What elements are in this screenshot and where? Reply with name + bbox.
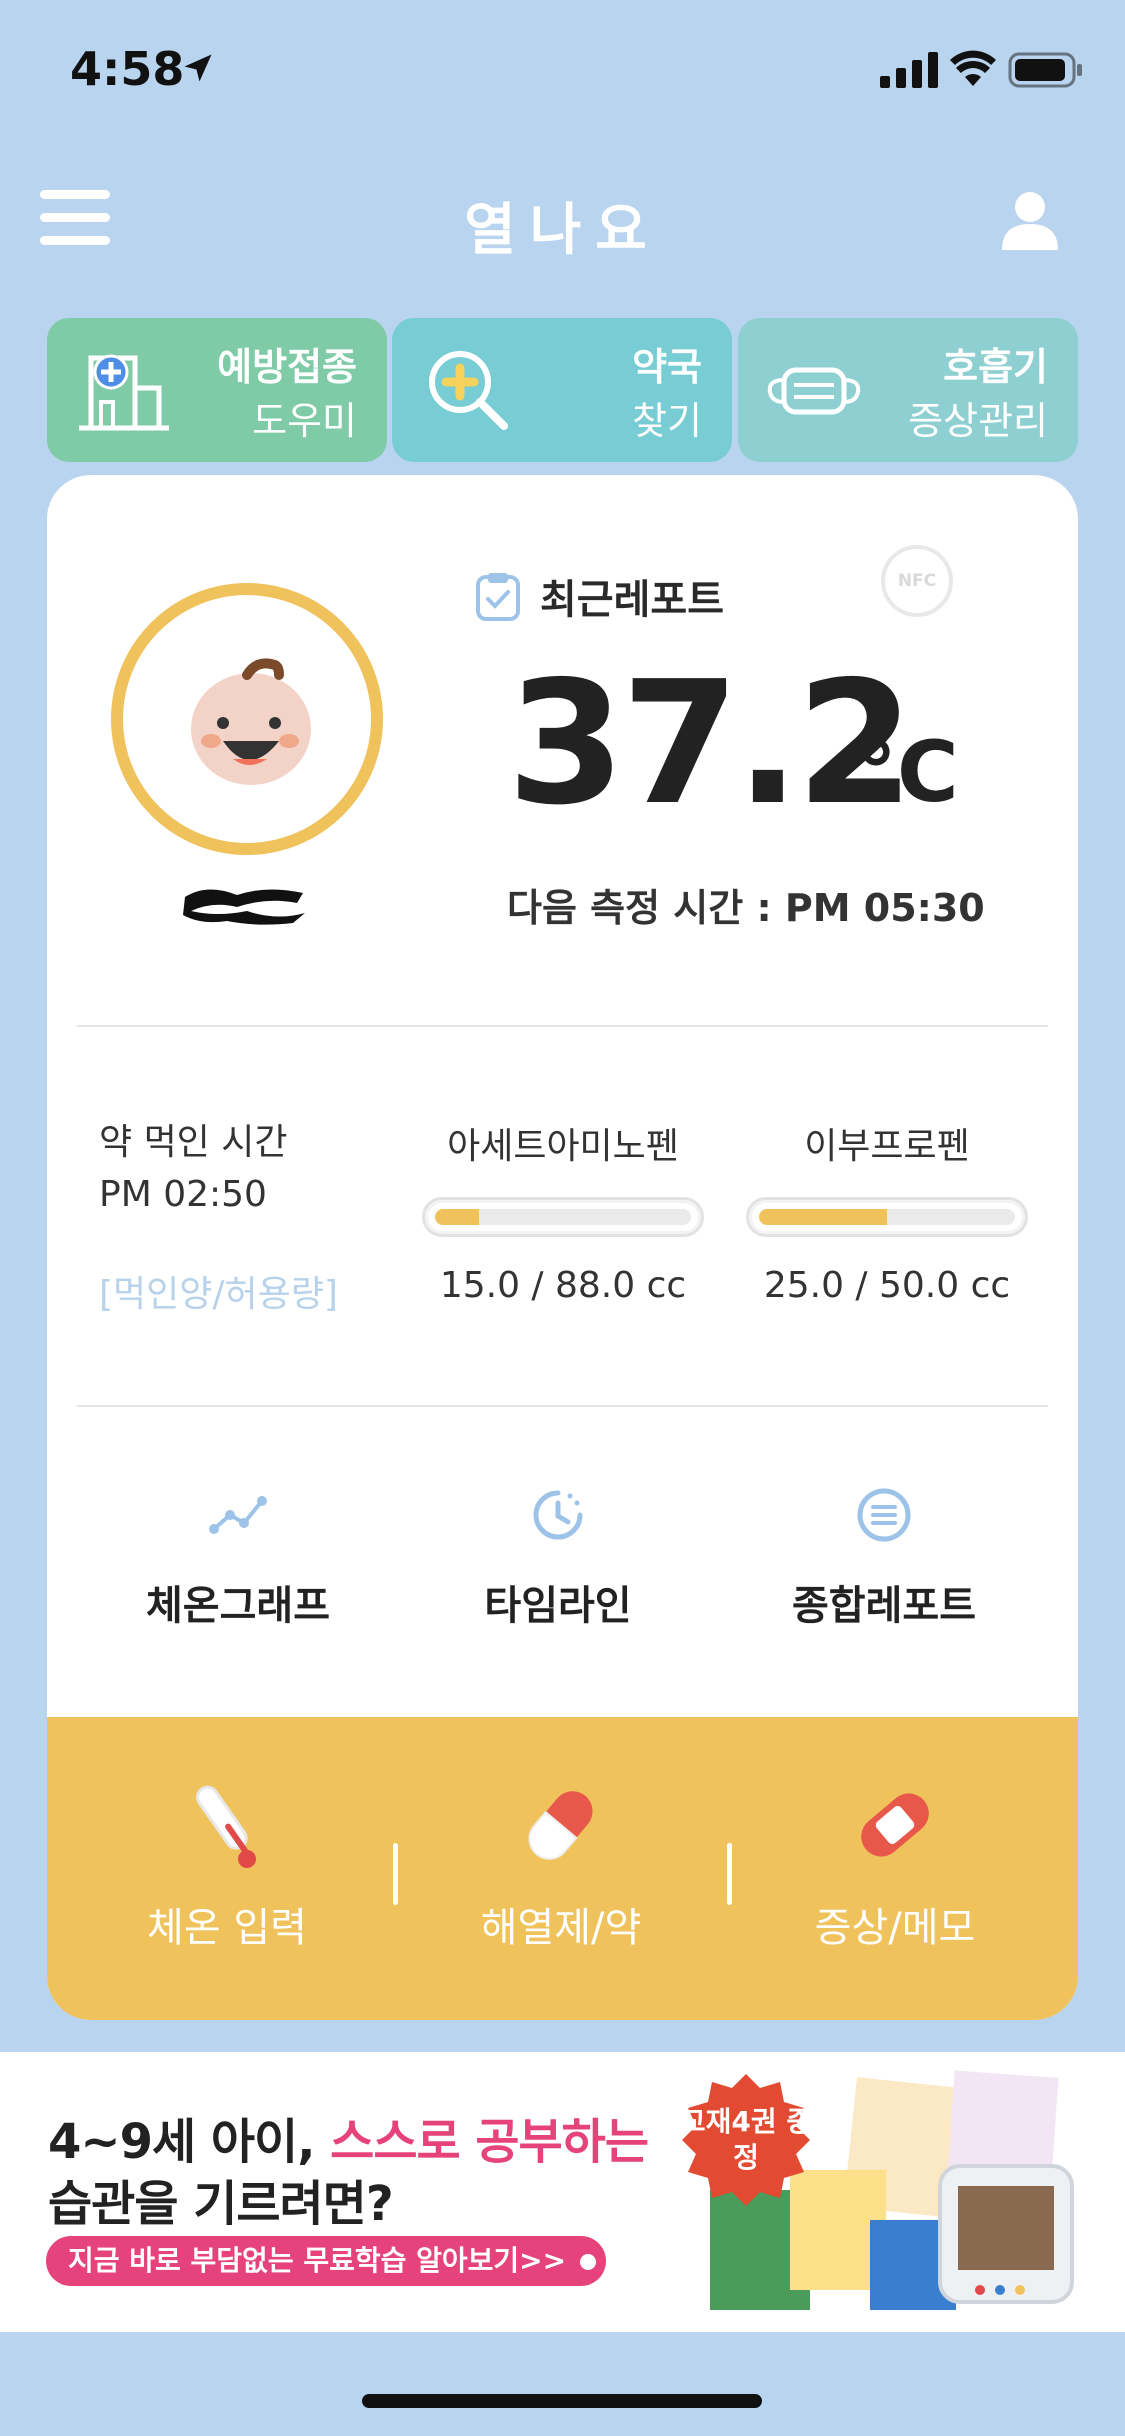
next-measure-time: 다음 측정 시간 : PM 05:30 [507, 886, 985, 930]
respiratory-symptom-tile[interactable]: 호흡기 증상관리 [738, 318, 1078, 462]
graph-icon [209, 1496, 267, 1534]
tile-title: 약국 [632, 345, 702, 389]
app-title: 열나요 [464, 198, 661, 263]
symptom-memo-button[interactable]: 증상/메모 [745, 1777, 1045, 1953]
acetaminophen-amount: 15.0 / 88.0 cc [439, 1265, 687, 1306]
action-label: 체온그래프 [146, 1583, 330, 1629]
redacted-child-name [183, 889, 305, 925]
medication-time-value: PM 02:50 [99, 1174, 267, 1215]
status-time: 4:58 [70, 42, 185, 96]
tile-title: 호흡기 [943, 345, 1048, 389]
temperature-value: 37.2 [507, 645, 914, 843]
nfc-badge[interactable]: NFC [881, 545, 953, 617]
clipboard-check-icon [476, 573, 520, 621]
ad-cta-button[interactable]: 지금 바로 부담없는 무료학습 알아보기>> [46, 2236, 607, 2286]
ad-cta-label: 지금 바로 부담없는 무료학습 알아보기>> [68, 2244, 567, 2277]
timeline-button[interactable]: 타임라인 [393, 1485, 723, 1631]
tile-subtitle: 찾기 [632, 399, 702, 443]
ad-headline-part: 4~9세 아이, [48, 2114, 331, 2170]
home-indicator [362, 2394, 762, 2408]
ibuprofen-amount: 25.0 / 50.0 cc [763, 1265, 1011, 1306]
bottom-action-label: 체온 입력 [147, 1905, 307, 1951]
ibuprofen-progress-bar [746, 1197, 1028, 1237]
ad-headline-line1: 4~9세 아이, 스스로 공부하는 [48, 2102, 649, 2172]
bandage-icon [861, 1793, 929, 1857]
status-bar: 4:58 [0, 0, 1125, 140]
temperature-unit: °C [855, 723, 959, 821]
tile-subtitle: 도우미 [252, 399, 357, 443]
divider [77, 1405, 1048, 1407]
temperature-input-button[interactable]: 체온 입력 [77, 1777, 377, 1953]
hospital-icon [79, 354, 169, 431]
bottom-action-label: 증상/메모 [814, 1905, 976, 1951]
action-label: 종합레포트 [792, 1583, 976, 1629]
acetaminophen-progress-bar [422, 1197, 704, 1237]
thermometer-icon [195, 1785, 256, 1868]
recent-report-label[interactable]: 최근레포트 [540, 567, 724, 625]
list-icon [857, 1488, 911, 1542]
vaccination-helper-tile[interactable]: 예방접종 도우미 [47, 318, 387, 462]
medication-time: 약 먹인 시간 PM 02:50 [99, 1117, 288, 1221]
clock-icon [533, 1490, 583, 1540]
acetaminophen-label: 아세트아미노펜 [447, 1126, 679, 1167]
acetaminophen-progress-fill [435, 1209, 479, 1225]
main-report-card: 최근레포트 NFC 37.2 °C 다음 측정 시간 : PM 05:30 약 … [47, 475, 1078, 2020]
medication-time-label: 약 먹인 시간 [99, 1122, 288, 1163]
antipyretic-medicine-button[interactable]: 해열제/약 [411, 1777, 711, 1953]
action-label: 타임라인 [484, 1583, 632, 1629]
tile-title: 예방접종 [217, 345, 357, 389]
ad-headline-highlight: 스스로 공부하는 [330, 2114, 649, 2170]
dose-ratio-label: [먹인양/허용량] [99, 1274, 338, 1315]
pharmacy-finder-tile[interactable]: 약국 찾기 [392, 318, 732, 462]
user-profile-icon[interactable] [1000, 190, 1060, 250]
cellular-signal-icon [880, 52, 938, 88]
pill-icon [528, 1791, 593, 1860]
pharmacy-search-icon [429, 351, 508, 430]
ad-headline-line2: 습관을 기르려면? [48, 2176, 394, 2232]
ibuprofen-label: 이부프로펜 [804, 1126, 970, 1167]
wifi-icon [950, 50, 996, 86]
child-avatar[interactable] [111, 583, 383, 855]
ad-badge-text: 교재4권 증정 [679, 2105, 813, 2174]
location-arrow-icon [184, 54, 212, 82]
separator [727, 1843, 732, 1905]
separator [393, 1843, 398, 1905]
divider [77, 1025, 1048, 1027]
baby-face-icon [191, 658, 311, 785]
ad-banner[interactable]: 4~9세 아이, 스스로 공부하는 습관을 기르려면? 지금 바로 부담없는 무… [0, 2052, 1125, 2332]
comprehensive-report-button[interactable]: 종합레포트 [719, 1485, 1049, 1631]
temperature-graph-button[interactable]: 체온그래프 [73, 1485, 403, 1631]
bottom-action-label: 해열제/약 [480, 1905, 642, 1951]
quick-input-panel: 체온 입력 해열제/약 증상/메모 [47, 1717, 1078, 2020]
mask-icon [767, 367, 861, 415]
tile-subtitle: 증상관리 [908, 399, 1048, 443]
ibuprofen-progress-fill [759, 1209, 887, 1225]
battery-icon [1008, 52, 1082, 88]
ad-cta-dot [580, 2254, 597, 2270]
